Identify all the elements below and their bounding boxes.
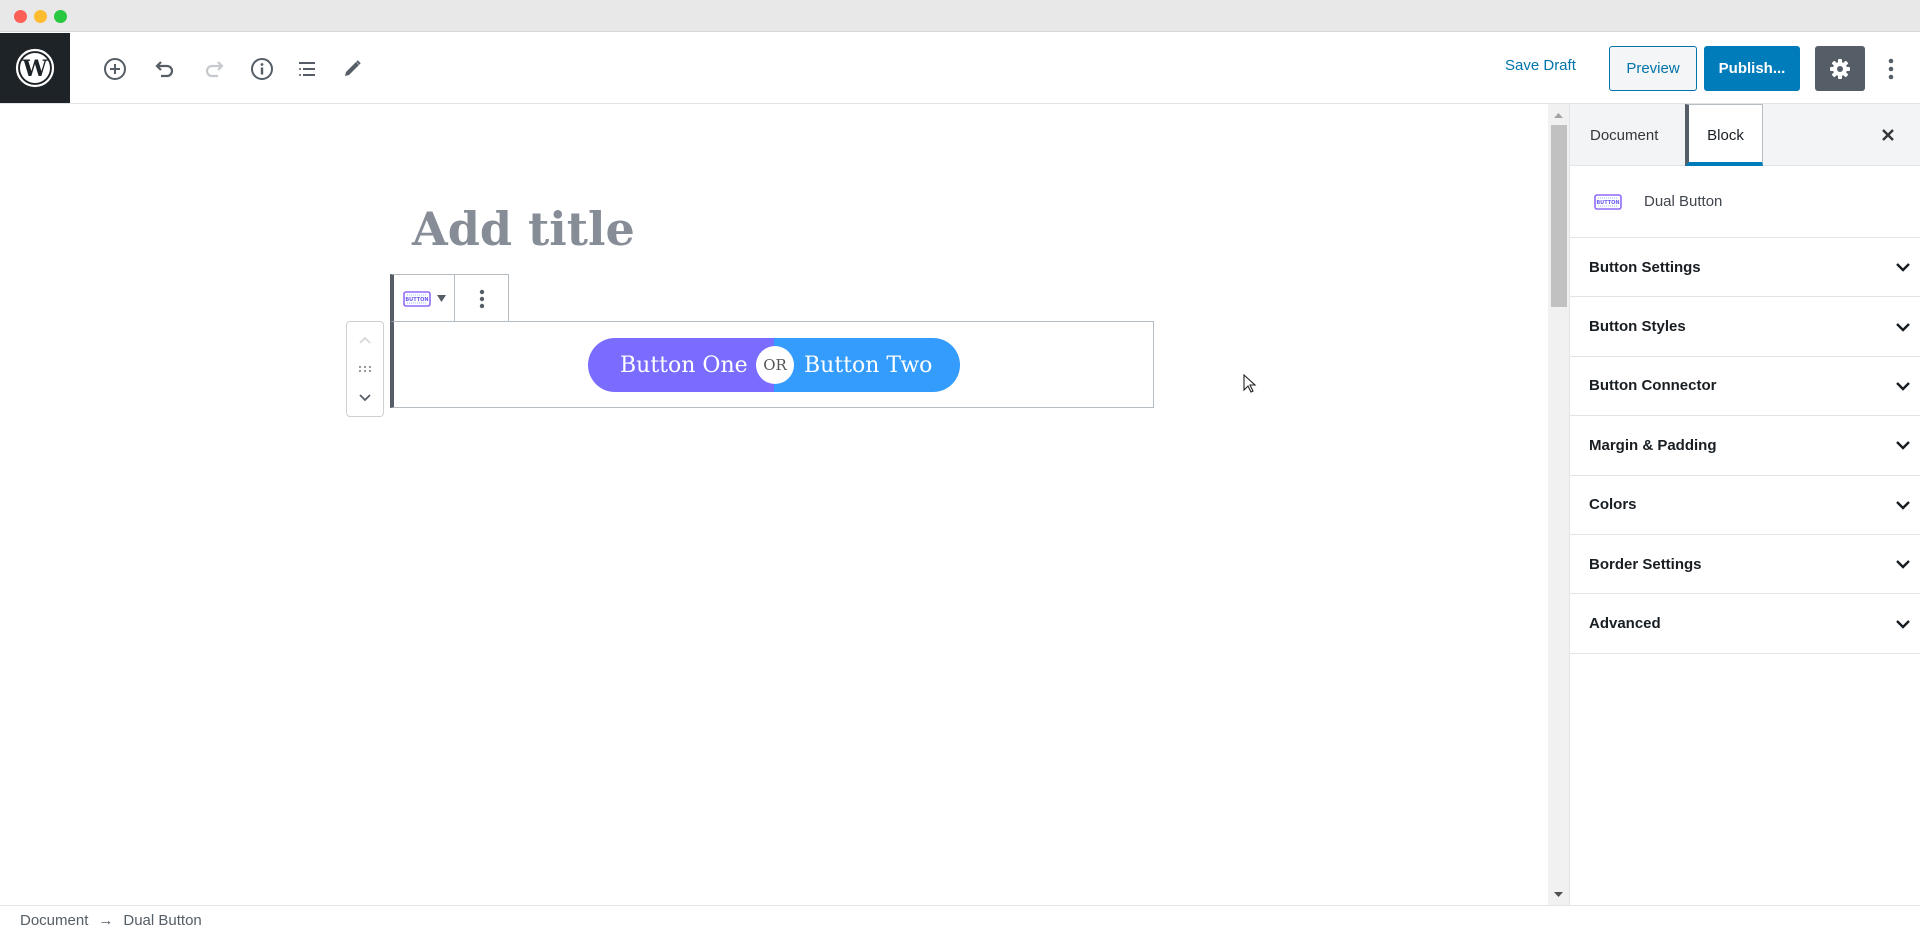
tab-document[interactable]: Document xyxy=(1590,104,1686,166)
panel-button-styles[interactable]: Button Styles xyxy=(1570,297,1920,357)
redo-button[interactable] xyxy=(198,53,230,85)
caret-down-icon xyxy=(436,295,446,302)
block-card-title: Dual Button xyxy=(1644,193,1723,210)
app-window: W Save Draft Preview Publish... Add titl… xyxy=(0,0,1920,935)
add-block-button[interactable] xyxy=(99,53,131,85)
move-up-button[interactable] xyxy=(350,328,380,352)
plus-circle-icon xyxy=(104,58,126,80)
scrollbar-thumb[interactable] xyxy=(1551,125,1567,307)
button-one[interactable]: Button One xyxy=(588,338,774,392)
settings-panels: Button Settings Button Styles Button Con… xyxy=(1570,238,1920,654)
info-icon xyxy=(251,58,273,80)
sidebar-tabs: Document Block xyxy=(1570,104,1920,166)
panel-border-settings[interactable]: Border Settings xyxy=(1570,535,1920,595)
chevron-down-icon xyxy=(359,394,371,402)
panel-title: Button Settings xyxy=(1589,258,1701,276)
button-two[interactable]: Button Two xyxy=(774,338,960,392)
block-mover xyxy=(346,321,384,417)
maximize-window-button[interactable] xyxy=(54,10,67,23)
breadcrumb-dual-button[interactable]: Dual Button xyxy=(123,912,201,929)
more-options-button[interactable] xyxy=(1878,46,1904,91)
panel-title: Button Styles xyxy=(1589,318,1686,336)
panel-title: Button Connector xyxy=(1589,377,1717,395)
dual-button-block-icon: BUTTON xyxy=(402,290,431,307)
svg-text:BUTTON: BUTTON xyxy=(1596,200,1619,206)
content-structure-button[interactable] xyxy=(246,53,278,85)
panel-title: Margin & Padding xyxy=(1589,436,1717,454)
pencil-icon xyxy=(345,60,361,76)
chevron-down-icon xyxy=(1896,322,1910,332)
wordpress-logo-icon: W xyxy=(15,48,55,88)
minimize-window-button[interactable] xyxy=(34,10,47,23)
undo-icon xyxy=(155,61,174,78)
block-toolbar: BUTTON xyxy=(390,274,509,322)
breadcrumb-separator: → xyxy=(98,912,114,929)
chevron-down-icon xyxy=(1896,500,1910,510)
save-draft-button[interactable]: Save Draft xyxy=(1505,57,1576,74)
dual-button: Button One Button Two OR xyxy=(588,338,960,392)
block-card: BUTTON Dual Button xyxy=(1570,166,1920,238)
chevron-down-icon xyxy=(1896,441,1910,451)
close-sidebar-button[interactable] xyxy=(1874,121,1902,149)
panel-colors[interactable]: Colors xyxy=(1570,476,1920,535)
drag-handle[interactable] xyxy=(350,357,380,381)
panel-title: Advanced xyxy=(1589,615,1661,633)
kebab-menu-icon xyxy=(1888,58,1894,79)
chevron-up-icon xyxy=(359,336,371,344)
block-breadcrumb: Document → Dual Button xyxy=(0,905,1920,935)
dual-button-block[interactable]: Button One Button Two OR xyxy=(390,321,1154,408)
gear-icon xyxy=(1830,58,1850,79)
arrow-down-icon xyxy=(1554,891,1563,897)
scroll-down-button[interactable] xyxy=(1548,887,1569,901)
close-icon xyxy=(1882,129,1894,141)
panel-button-settings[interactable]: Button Settings xyxy=(1570,238,1920,298)
chevron-down-icon xyxy=(1896,263,1910,272)
move-down-button[interactable] xyxy=(350,386,380,410)
tools-button[interactable] xyxy=(336,53,368,85)
kebab-menu-icon xyxy=(479,289,484,308)
panel-title: Colors xyxy=(1589,496,1637,514)
preview-button[interactable]: Preview xyxy=(1609,46,1697,91)
close-window-button[interactable] xyxy=(14,10,27,23)
post-title-input[interactable]: Add title xyxy=(412,202,635,256)
tab-block[interactable]: Block xyxy=(1685,104,1763,166)
undo-button[interactable] xyxy=(149,53,181,85)
editor-scrollbar[interactable] xyxy=(1548,104,1569,905)
editor-header: W Save Draft Preview Publish... xyxy=(0,33,1920,104)
drag-handle-icon xyxy=(358,365,372,373)
editor-canvas: Add title BUTTON Button One Button Two O… xyxy=(0,104,1548,905)
breadcrumb-document[interactable]: Document xyxy=(20,912,88,929)
scroll-up-button[interactable] xyxy=(1548,108,1569,122)
block-more-options-button[interactable] xyxy=(455,275,508,322)
window-titlebar xyxy=(0,0,1920,32)
wordpress-logo-button[interactable]: W xyxy=(0,33,70,103)
panel-advanced[interactable]: Advanced xyxy=(1570,594,1920,654)
panel-margin-padding[interactable]: Margin & Padding xyxy=(1570,416,1920,476)
settings-sidebar: Document Block BUTTON Dual Button Button… xyxy=(1569,104,1920,905)
arrow-up-icon xyxy=(1554,112,1563,118)
block-switcher-button[interactable]: BUTTON xyxy=(394,275,455,322)
list-icon xyxy=(299,62,315,76)
panel-title: Border Settings xyxy=(1589,555,1702,573)
chevron-down-icon xyxy=(1896,382,1910,391)
settings-button[interactable] xyxy=(1815,46,1865,91)
redo-icon xyxy=(205,61,224,78)
svg-text:W: W xyxy=(22,56,48,82)
svg-text:BUTTON: BUTTON xyxy=(405,297,428,303)
block-navigation-button[interactable] xyxy=(291,53,323,85)
dual-button-block-icon: BUTTON xyxy=(1594,193,1622,211)
chevron-down-icon xyxy=(1896,560,1910,569)
panel-button-connector[interactable]: Button Connector xyxy=(1570,357,1920,417)
publish-button[interactable]: Publish... xyxy=(1704,46,1800,91)
chevron-down-icon xyxy=(1896,619,1910,629)
button-connector: OR xyxy=(756,346,794,384)
mouse-cursor-icon xyxy=(1243,373,1257,399)
